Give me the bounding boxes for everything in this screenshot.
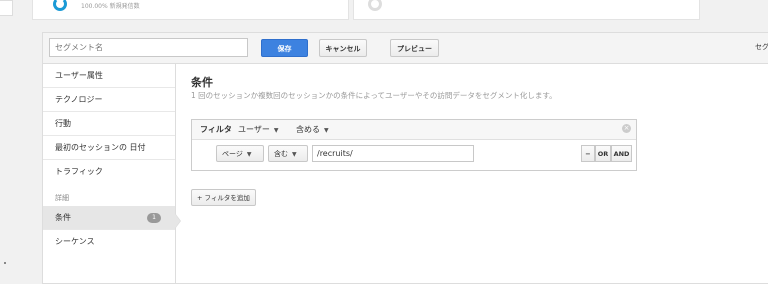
metric-note: 100.00% 新規発信数 xyxy=(81,3,140,10)
sidebar-item-label: 最初のセッションの 日付 xyxy=(55,143,146,152)
save-button[interactable]: 保存 xyxy=(261,39,308,57)
left-edge-dot xyxy=(4,262,6,264)
cancel-button[interactable]: キャンセル xyxy=(319,39,367,57)
left-edge-box xyxy=(0,0,13,16)
sidebar-item-sequences[interactable]: シーケンス xyxy=(43,230,175,254)
sidebar-item-first-session-date[interactable]: 最初のセッションの 日付 xyxy=(43,136,175,160)
toolbar-right-label: セグ xyxy=(755,43,768,51)
dimension-dropdown[interactable]: ページ ▼ xyxy=(216,145,264,162)
sidebar-item-label: ユーザー属性 xyxy=(55,71,103,80)
progress-ring-icon xyxy=(368,0,382,11)
dimension-value: ページ xyxy=(222,150,243,158)
operator-value: 含む xyxy=(274,150,288,158)
filter-scope-value: ユーザー xyxy=(238,125,270,134)
filter-scope-dropdown[interactable]: ユーザー ▼ xyxy=(238,124,278,135)
or-button[interactable]: OR xyxy=(595,145,611,162)
chevron-down-icon: ▼ xyxy=(324,127,329,134)
sidebar-item-traffic[interactable]: トラフィック xyxy=(43,160,175,184)
filter-label: フィルタ xyxy=(200,125,232,134)
sidebar-item-technology[interactable]: テクノロジー xyxy=(43,88,175,112)
sidebar-item-label: 行動 xyxy=(55,119,71,128)
page-title: 条件 xyxy=(191,76,213,89)
sidebar-item-label: シーケンス xyxy=(55,237,95,246)
segment-sidebar: ユーザー属性 テクノロジー 行動 最初のセッションの 日付 トラフィック 詳細 … xyxy=(43,64,176,283)
sidebar-item-behavior[interactable]: 行動 xyxy=(43,112,175,136)
segment-editor: 保存 キャンセル プレビュー セグ ユーザー属性 テクノロジー 行動 最初のセッ… xyxy=(42,32,768,284)
and-button[interactable]: AND xyxy=(611,145,632,162)
sidebar-item-label: 条件 xyxy=(55,213,71,222)
chevron-down-icon: ▼ xyxy=(246,151,252,158)
remove-condition-button[interactable]: − xyxy=(581,145,595,162)
sidebar-section-advanced: 詳細 xyxy=(55,194,69,202)
count-badge: 1 xyxy=(147,213,161,223)
filter-value-input[interactable]: /recruits/ xyxy=(312,145,474,162)
sidebar-item-demographics[interactable]: ユーザー属性 xyxy=(43,64,175,88)
sidebar-item-label: トラフィック xyxy=(55,167,103,176)
metric-card-2 xyxy=(353,0,700,20)
sidebar-item-conditions[interactable]: 条件 1 xyxy=(43,206,175,230)
filter-box: フィルタ ユーザー ▼ 含める ▼ × ページ ▼ 含む ▼ /recruits/ − … xyxy=(191,119,637,171)
editor-toolbar: 保存 キャンセル プレビュー セグ xyxy=(43,33,768,64)
page-description: 1 回のセッションか複数回のセッションかの条件によってユーザーやその訪問データを… xyxy=(191,91,557,100)
segment-name-input[interactable] xyxy=(49,38,248,57)
filter-mode-dropdown[interactable]: 含める ▼ xyxy=(296,124,329,135)
chevron-down-icon: ▼ xyxy=(292,151,297,158)
selected-pointer-inner xyxy=(175,214,180,228)
filter-mode-value: 含める xyxy=(296,125,320,134)
filter-header: フィルタ ユーザー ▼ 含める ▼ × xyxy=(192,120,636,140)
preview-button[interactable]: プレビュー xyxy=(390,39,439,57)
sidebar-item-label: テクノロジー xyxy=(55,95,103,104)
chevron-down-icon: ▼ xyxy=(273,127,279,134)
remove-filter-icon[interactable]: × xyxy=(622,124,631,133)
metric-card-1: 100.00% 新規発信数 xyxy=(32,0,349,20)
add-filter-button[interactable]: + フィルタを追加 xyxy=(191,189,256,206)
operator-dropdown[interactable]: 含む ▼ xyxy=(268,145,308,162)
progress-ring-icon xyxy=(53,0,67,11)
